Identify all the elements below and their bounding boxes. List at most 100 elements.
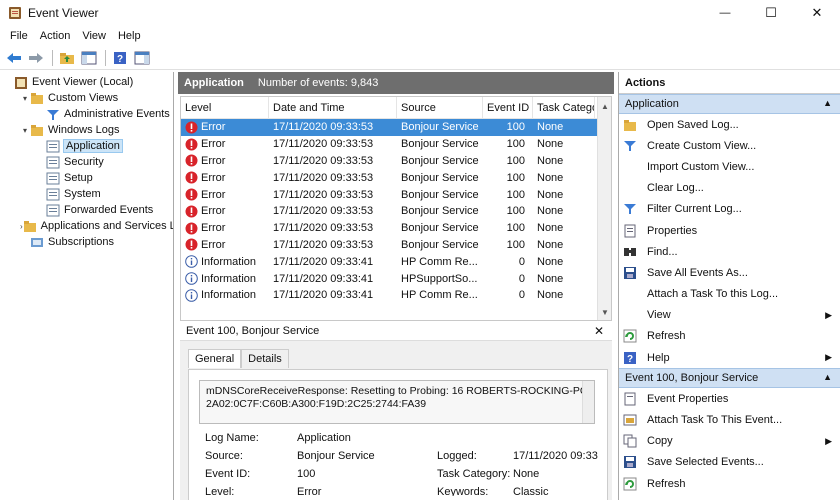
action-save-all-events-as[interactable]: Save All Events As... — [619, 262, 840, 283]
tree-item-security[interactable]: Security — [0, 154, 173, 170]
event-row[interactable]: Error 17/11/2020 09:33:53 Bonjour Service 1… — [181, 119, 599, 136]
column-header-source[interactable]: Source — [397, 96, 483, 119]
event-row[interactable]: Error 17/11/2020 09:33:53 Bonjour Service 1… — [181, 169, 611, 186]
action-refresh[interactable]: Refresh — [619, 326, 840, 347]
back-button[interactable] — [4, 49, 24, 67]
show-hide-action-pane-button[interactable] — [132, 49, 152, 67]
tree-item-windows-logs[interactable]: ▾ Windows Logs — [0, 122, 173, 138]
event-row[interactable]: Information 17/11/2020 09:33:41 HP Comm Re… — [181, 287, 611, 304]
action-event-properties[interactable]: Event Properties — [619, 388, 840, 409]
action-save-selected-events[interactable]: Save Selected Events... — [619, 452, 840, 473]
filter-icon — [623, 202, 637, 216]
scroll-down-icon[interactable]: ▼ — [598, 305, 612, 319]
menu-view[interactable]: View — [76, 30, 112, 42]
prop-value: Error — [297, 486, 322, 496]
column-header-date[interactable]: Date and Time — [269, 96, 397, 119]
event-row[interactable]: Error 17/11/2020 09:33:53 Bonjour Service 1… — [181, 153, 611, 170]
event-row[interactable]: Information 17/11/2020 09:33:41 HP Comm Re… — [181, 253, 611, 270]
error-icon — [185, 222, 198, 235]
menu-file[interactable]: File — [4, 30, 34, 42]
level-text: Information — [201, 272, 257, 285]
column-header-event-id[interactable]: Event ID — [483, 96, 533, 119]
action-attach-task-to-this-event[interactable]: Attach Task To This Event... — [619, 409, 840, 430]
event-row[interactable]: Error 17/11/2020 09:33:53 Bonjour Service 1… — [181, 237, 611, 254]
close-detail-icon[interactable]: ✕ — [594, 324, 604, 338]
events-pane: Application Number of events: 9,843 Leve… — [178, 72, 614, 500]
maximize-button[interactable]: ☐ — [748, 0, 794, 26]
cell-source: Bonjour Service — [401, 138, 479, 151]
tab-general[interactable]: General — [188, 349, 242, 368]
action-refresh[interactable]: Refresh — [619, 473, 840, 494]
tree-item-event-viewer-local[interactable]: Event Viewer (Local) — [0, 74, 173, 90]
action-properties[interactable]: Properties — [619, 220, 840, 241]
action-label: Attach a Task To this Log... — [647, 288, 779, 301]
action-clear-log[interactable]: Clear Log... — [619, 178, 840, 199]
scroll-up-icon[interactable]: ▲ — [598, 99, 612, 113]
action-open-saved-log[interactable]: Open Saved Log... — [619, 114, 840, 135]
up-one-level-button[interactable] — [57, 49, 77, 67]
properties-pane-icon — [134, 51, 150, 64]
log-icon — [46, 188, 60, 201]
grid-header: Level Date and Time Source Event ID Task… — [181, 96, 611, 119]
event-message-box[interactable]: mDNSCoreReceiveResponse: Resetting to Pr… — [199, 380, 595, 424]
prop-value: Classic — [513, 486, 549, 496]
collapse-icon[interactable]: ▲ — [823, 98, 832, 108]
column-header-level[interactable]: Level — [181, 96, 269, 119]
cell-source: HP Comm Re... — [401, 289, 478, 302]
prop-label: Keywords: — [437, 486, 489, 496]
tree-item-label: Administrative Events — [64, 108, 170, 120]
tree-item-system[interactable]: System — [0, 186, 173, 202]
tree-item-custom-views[interactable]: ▾ Custom Views — [0, 90, 173, 106]
expander-icon[interactable]: ▾ — [20, 125, 30, 135]
cell-source: Bonjour Service — [401, 154, 479, 167]
actions-section-event[interactable]: Event 100, Bonjour Service ▲ — [619, 368, 840, 389]
action-help[interactable]: ? Help ▶ — [619, 347, 840, 368]
cell-event-id: 0 — [518, 255, 525, 268]
cell-source: Bonjour Service — [401, 121, 479, 134]
menu-help[interactable]: Help — [112, 30, 147, 42]
expander-icon[interactable]: ▾ — [20, 93, 30, 103]
close-button[interactable]: ✕ — [794, 0, 840, 26]
forward-button[interactable] — [26, 49, 46, 67]
action-view[interactable]: View ▶ — [619, 305, 840, 326]
tab-details[interactable]: Details — [241, 349, 289, 368]
cell-level: Information — [181, 255, 269, 269]
actions-section-application[interactable]: Application ▲ — [619, 94, 840, 114]
cell-task-category: None — [537, 121, 564, 134]
error-icon — [185, 171, 198, 184]
show-hide-console-tree-button[interactable] — [79, 49, 99, 67]
tree-item-administrative-events[interactable]: Administrative Events — [0, 106, 173, 122]
action-find[interactable]: Find... — [619, 241, 840, 262]
help-button[interactable]: ? — [110, 49, 130, 67]
action-attach-a-task-to-this-log[interactable]: Attach a Task To this Log... — [619, 284, 840, 305]
tree-item-setup[interactable]: Setup — [0, 170, 173, 186]
action-import-custom-view[interactable]: Import Custom View... — [619, 156, 840, 177]
tree-item-label: Forwarded Events — [64, 204, 154, 216]
action-copy[interactable]: Copy ▶ — [619, 431, 840, 452]
tree-item-application[interactable]: Application — [0, 138, 173, 154]
tree-item-subscriptions[interactable]: Subscriptions — [0, 234, 173, 250]
prop-value: None — [513, 468, 540, 480]
log-header: Application Number of events: 9,843 — [178, 72, 614, 94]
cell-date: 17/11/2020 09:33:41 — [273, 255, 374, 268]
blank-icon — [623, 308, 637, 322]
tree-item-applications-and-services-lo[interactable]: › Applications and Services Lo — [0, 218, 173, 234]
action-create-custom-view[interactable]: Create Custom View... — [619, 135, 840, 156]
section-label: Application — [625, 98, 679, 110]
collapse-icon[interactable]: ▲ — [823, 372, 832, 382]
column-header-task-category[interactable]: Task Catego... — [533, 96, 595, 119]
action-filter-current-log[interactable]: Filter Current Log... — [619, 199, 840, 220]
event-row[interactable]: Information 17/11/2020 09:33:41 HPSupportS… — [181, 270, 611, 287]
minimize-button[interactable]: — — [702, 0, 748, 26]
event-row[interactable]: Error 17/11/2020 09:33:53 Bonjour Service 1… — [181, 186, 611, 203]
event-row[interactable]: Error 17/11/2020 09:33:53 Bonjour Service 1… — [181, 203, 611, 220]
tree-item-forwarded-events[interactable]: Forwarded Events — [0, 202, 173, 218]
message-scrollbar[interactable] — [582, 381, 594, 423]
actions-title: Actions — [619, 72, 840, 94]
event-detail-pane: Event 100, Bonjour Service ✕ General Det… — [180, 320, 612, 500]
event-row[interactable]: Error 17/11/2020 09:33:53 Bonjour Service 1… — [181, 220, 611, 237]
menu-action[interactable]: Action — [34, 30, 77, 42]
event-row[interactable]: Error 17/11/2020 09:33:53 Bonjour Service 1… — [181, 136, 611, 153]
